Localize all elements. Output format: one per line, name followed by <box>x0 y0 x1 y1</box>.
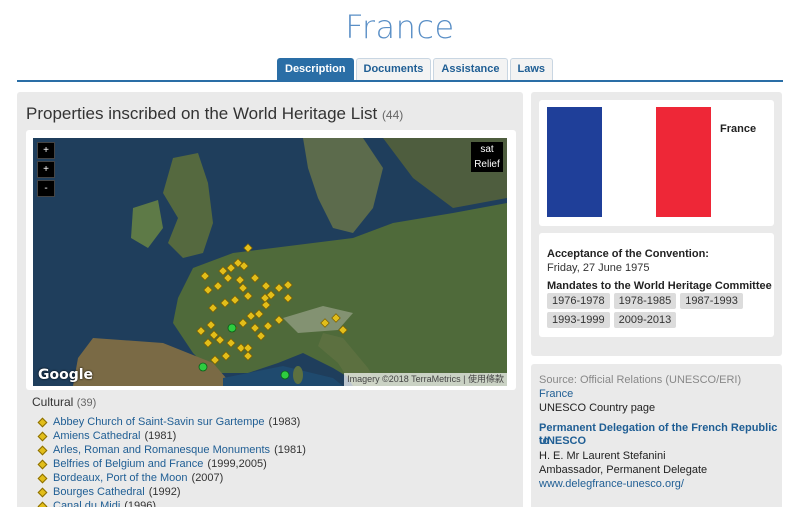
map-attribution[interactable]: Imagery ©2018 TerraMetrics | 使用條款 <box>344 373 507 386</box>
mandate-badge: 1993-1999 <box>547 312 610 328</box>
site-link[interactable]: Bourges Cathedral <box>53 485 145 499</box>
list-item: Abbey Church of Saint-Savin sur Gartempe… <box>36 415 306 429</box>
properties-count: (44) <box>381 108 404 122</box>
zoom-out-button[interactable]: - <box>37 180 55 197</box>
tab-description[interactable]: Description <box>277 58 354 80</box>
country-link[interactable]: France <box>539 388 573 401</box>
natural-site-marker[interactable] <box>198 362 208 372</box>
site-link[interactable]: Canal du Midi <box>53 499 120 507</box>
list-item: Amiens Cathedral (1981) <box>36 429 306 443</box>
natural-site-marker[interactable] <box>227 323 237 333</box>
site-link[interactable]: Bordeaux, Port of the Moon <box>53 471 188 485</box>
convention-card: Acceptance of the Convention: Friday, 27… <box>539 233 774 337</box>
mandates-list: 1976-1978 1978-1985 1987-1993 1993-1999 … <box>547 293 777 328</box>
page-title: France <box>345 8 455 46</box>
list-item: Bourges Cathedral (1992) <box>36 485 306 499</box>
corsica-land <box>293 366 303 384</box>
list-item: Bordeaux, Port of the Moon (2007) <box>36 471 306 485</box>
country-name: France <box>720 123 757 135</box>
flag-stripe-red <box>656 107 712 217</box>
site-year: (1992) <box>148 486 181 498</box>
site-year: (1981) <box>144 430 177 442</box>
relief-layer-button[interactable]: Relief <box>471 157 503 172</box>
site-year: (1981) <box>274 444 306 456</box>
country-page-text: UNESCO Country page <box>539 402 656 414</box>
site-link[interactable]: Abbey Church of Saint-Savin sur Gartempe <box>53 415 265 429</box>
site-year: (1999,2005) <box>207 458 267 470</box>
cultural-site-list: Abbey Church of Saint-Savin sur Gartempe… <box>36 415 306 507</box>
mandate-badge: 1978-1985 <box>613 293 677 309</box>
heritage-diamond-icon <box>37 431 48 441</box>
heritage-diamond-icon <box>37 459 48 469</box>
list-item: Arles, Roman and Romanesque Monuments (19… <box>36 443 306 457</box>
flag-stripe-white <box>601 107 657 217</box>
mandate-badge: 2009-2013 <box>613 312 677 328</box>
zoom-in-button[interactable]: + <box>37 142 55 159</box>
ambassador-title: Ambassador, Permanent Delegate <box>539 464 708 476</box>
ambassador-name: H. E. Mr Laurent Stefanini <box>539 450 666 462</box>
site-year: (1996) <box>124 500 157 507</box>
heritage-diamond-icon <box>37 501 48 507</box>
acceptance-date: Friday, 27 June 1975 <box>547 262 650 274</box>
france-flag-icon <box>547 107 712 217</box>
tab-assistance[interactable]: Assistance <box>433 58 508 80</box>
source-label: Source: Official Relations (UNESCO/ERI) <box>539 374 742 386</box>
heritage-diamond-icon <box>37 487 48 497</box>
tab-laws[interactable]: Laws <box>509 58 554 80</box>
properties-panel: Properties inscribed on the World Herita… <box>17 92 523 507</box>
website-link[interactable]: www.delegfrance-unesco.org/ <box>539 478 684 491</box>
mandate-badge: 1987-1993 <box>680 293 743 309</box>
heritage-diamond-icon <box>37 473 48 483</box>
google-logo: Google <box>38 367 94 383</box>
site-link[interactable]: Amiens Cathedral <box>53 429 140 443</box>
cultural-count: (39) <box>76 397 97 409</box>
satellite-layer-button[interactable]: sat <box>471 142 503 157</box>
heritage-map[interactable]: + + - sat Relief Google Imagery ©2018 Te… <box>33 138 507 386</box>
list-item: Canal du Midi (1996) <box>36 499 306 507</box>
site-link[interactable]: Belfries of Belgium and France <box>53 457 203 471</box>
tab-underline <box>17 80 783 82</box>
natural-site-marker[interactable] <box>280 370 290 380</box>
map-terrain <box>33 138 507 386</box>
cultural-label: Cultural <box>32 395 74 409</box>
cultural-heading: Cultural (39) <box>32 395 96 409</box>
tab-documents[interactable]: Documents <box>355 58 432 80</box>
properties-heading: Properties inscribed on the World Herita… <box>26 104 403 124</box>
heritage-diamond-icon <box>37 417 48 427</box>
heritage-diamond-icon <box>37 445 48 455</box>
tab-bar: Description Documents Assistance Laws <box>277 58 554 80</box>
site-link[interactable]: Arles, Roman and Romanesque Monuments <box>53 443 270 457</box>
delegation-link-line2[interactable]: UNESCO <box>539 435 586 448</box>
mandate-badge: 1976-1978 <box>547 293 610 309</box>
site-year: (2007) <box>191 472 224 484</box>
flag-stripe-blue <box>547 107 602 217</box>
properties-heading-text: Properties inscribed on the World Herita… <box>26 104 378 123</box>
map-card: + + - sat Relief Google Imagery ©2018 Te… <box>26 130 516 390</box>
acceptance-label: Acceptance of the Convention: <box>547 248 709 260</box>
site-year: (1983) <box>268 416 301 428</box>
country-panel: France Acceptance of the Convention: Fri… <box>531 92 782 356</box>
source-block: Source: Official Relations (UNESCO/ERI) … <box>531 364 782 507</box>
zoom-in-small-button[interactable]: + <box>37 161 55 178</box>
flag-card: France <box>539 100 774 226</box>
list-item: Belfries of Belgium and France (1999,2005… <box>36 457 306 471</box>
